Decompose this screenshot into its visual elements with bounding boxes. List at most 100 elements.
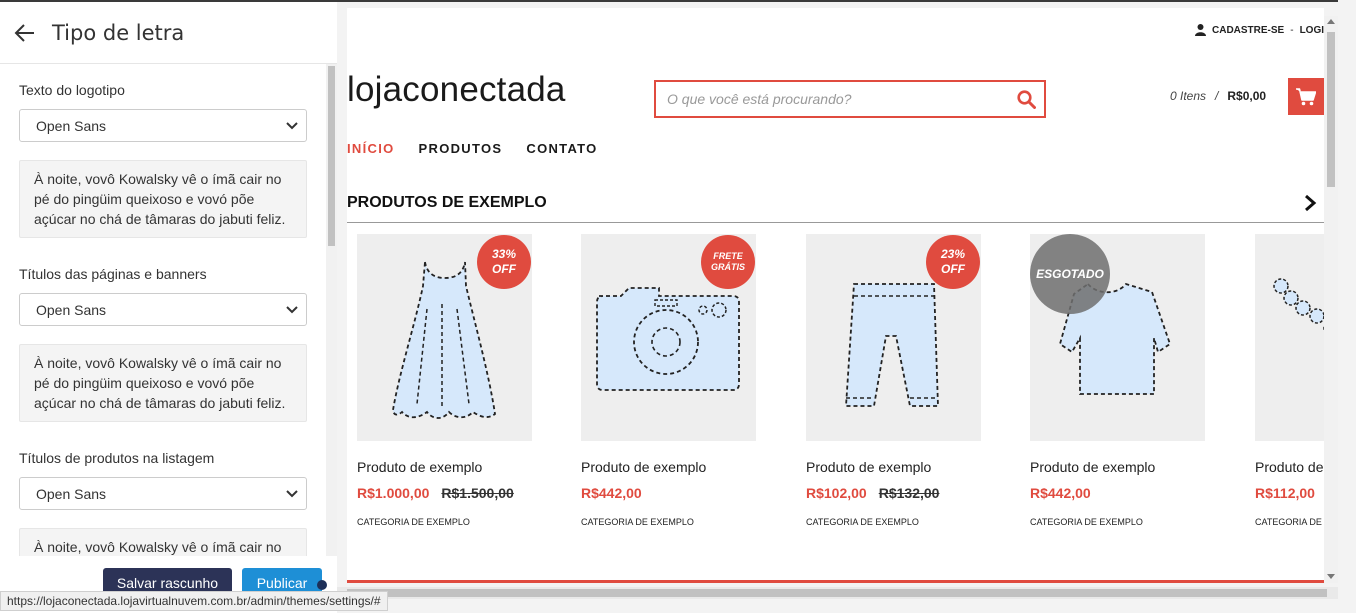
nav-item-contato[interactable]: CONTATO <box>526 141 597 156</box>
font-preview-text: À noite, vovô Kowalsky vê o ímã cair no … <box>19 344 307 422</box>
font-select-product-titles[interactable]: Open Sans <box>19 477 307 510</box>
font-section-page-titles: Títulos das páginas e banners Open Sans … <box>19 266 307 422</box>
product-category: CATEGORIA DE EXEMPLO <box>581 517 694 527</box>
product-price: R$442,00 <box>581 485 642 501</box>
settings-panel: Tipo de letra Texto do logotipo Open San… <box>0 2 337 613</box>
product-category: CATEGORIA DE EXEMPLO <box>806 517 919 527</box>
cart-button[interactable] <box>1288 78 1324 115</box>
account-separator: - <box>1290 24 1294 36</box>
cart-summary[interactable]: 0 Itens / R$0,00 <box>1170 89 1266 103</box>
main-nav: INÍCIO PRODUTOS CONTATO <box>347 141 622 156</box>
product-prices: R$112,00 <box>1255 485 1324 501</box>
product-name[interactable]: Produto de exemplo <box>806 459 981 475</box>
store-vertical-scrollbar[interactable] <box>1324 16 1338 583</box>
user-icon <box>1195 24 1206 36</box>
product-prices: R$442,00 <box>581 485 756 501</box>
product-card[interactable]: ESGOTADO Produto de exemplo R$442,00 CAT… <box>1030 234 1205 527</box>
product-category: CATEGORIA DE EXEMPLO <box>1255 517 1324 527</box>
discount-badge: 23% OFF <box>926 235 980 289</box>
product-category: CATEGORIA DE EXEMPLO <box>357 517 470 527</box>
nav-item-produtos[interactable]: PRODUTOS <box>419 141 503 156</box>
select-value: Open Sans <box>36 485 107 502</box>
product-name[interactable]: Produto de exemplo <box>1255 459 1324 475</box>
badge-line: 23% <box>940 247 966 261</box>
search-bar <box>654 80 1046 118</box>
scrollbar-thumb[interactable] <box>347 589 1327 597</box>
product-card[interactable]: 23% OFF Produto de exemplo R$102,00 R$132… <box>806 234 981 527</box>
font-select-page-titles[interactable]: Open Sans <box>19 293 307 326</box>
unsaved-indicator-dot <box>317 580 327 590</box>
panel-body: Texto do logotipo Open Sans À noite, vov… <box>0 64 326 556</box>
store-logo[interactable]: lojaconectada <box>347 70 566 110</box>
font-section-logo: Texto do logotipo Open Sans À noite, vov… <box>19 82 307 238</box>
select-value: Open Sans <box>36 117 107 134</box>
product-card[interactable]: 33% OFF Produto de exemplo R$1.000,00 R$1… <box>357 234 532 527</box>
search-icon[interactable] <box>1017 90 1036 109</box>
product-category: CATEGORIA DE EXEMPLO <box>1030 517 1143 527</box>
store-preview: CADASTRE-SE - LOGIN lojaconectada 0 Iten… <box>347 8 1324 583</box>
product-price: R$1.000,00 <box>357 485 430 501</box>
product-name[interactable]: Produto de exemplo <box>1030 459 1205 475</box>
badge-line: FRETE <box>713 251 743 261</box>
panel-title: Tipo de letra <box>52 20 185 45</box>
font-preview-text: À noite, vovô Kowalsky vê o ímã cair no … <box>19 160 307 238</box>
badge-line: GRÁTIS <box>710 262 745 272</box>
chevron-down-icon <box>286 305 298 313</box>
product-image[interactable]: 23% OFF <box>806 234 981 441</box>
product-card[interactable]: Produto de exemplo R$112,00 CATEGORIA DE… <box>1255 234 1324 527</box>
select-value: Open Sans <box>36 301 107 318</box>
font-preview-text: À noite, vovô Kowalsky vê o ímã cair no … <box>19 528 307 556</box>
chevron-down-icon <box>286 121 298 129</box>
product-image[interactable]: 33% OFF <box>357 234 532 441</box>
section-label: Texto do logotipo <box>19 82 125 98</box>
product-prices: R$1.000,00 R$1.500,00 <box>357 485 532 501</box>
product-prices: R$102,00 R$132,00 <box>806 485 981 501</box>
chevron-right-icon[interactable] <box>1303 194 1317 212</box>
shopping-cart-icon <box>1296 87 1316 105</box>
search-input[interactable] <box>667 91 997 107</box>
nav-item-inicio[interactable]: INÍCIO <box>347 141 395 156</box>
product-price: R$102,00 <box>806 485 867 501</box>
product-old-price: R$132,00 <box>878 485 940 501</box>
window-edge <box>1338 0 1356 611</box>
badge-line: OFF <box>941 262 965 276</box>
font-select-logo[interactable]: Open Sans <box>19 109 307 142</box>
font-section-product-titles: Títulos de produtos na listagem Open San… <box>19 450 307 556</box>
panel-scrollbar[interactable] <box>326 64 337 556</box>
product-card[interactable]: FRETE GRÁTIS Produto de exemplo R$442,00… <box>581 234 756 527</box>
free-shipping-badge: FRETE GRÁTIS <box>701 235 755 289</box>
back-arrow-icon[interactable] <box>14 22 36 44</box>
product-image[interactable]: ESGOTADO <box>1030 234 1205 441</box>
footer-accent-line <box>347 580 1324 583</box>
product-price: R$442,00 <box>1030 485 1091 501</box>
account-links: CADASTRE-SE - LOGIN <box>1195 24 1324 36</box>
scrollbar-thumb[interactable] <box>328 66 335 246</box>
store-horizontal-scrollbar[interactable] <box>337 587 1338 599</box>
scroll-down-icon[interactable] <box>1327 574 1335 579</box>
cart-separator: / <box>1215 89 1219 103</box>
product-old-price: R$1.500,00 <box>441 485 514 501</box>
section-label: Títulos das páginas e banners <box>19 266 207 282</box>
chevron-down-icon <box>286 489 298 497</box>
badge-line: 33% <box>491 247 517 261</box>
product-prices: R$442,00 <box>1030 485 1205 501</box>
section-label: Títulos de produtos na listagem <box>19 450 215 466</box>
section-divider <box>347 222 1324 223</box>
cart-total: R$0,00 <box>1227 89 1267 103</box>
products-section-title: PRODUTOS DE EXEMPLO <box>347 194 547 211</box>
soldout-badge: ESGOTADO <box>1030 234 1110 314</box>
product-name[interactable]: Produto de exemplo <box>357 459 532 475</box>
register-link[interactable]: CADASTRE-SE <box>1212 25 1284 36</box>
panel-header: Tipo de letra <box>0 2 337 64</box>
link-status-url: https://lojaconectada.lojavirtualnuvem.c… <box>0 591 388 611</box>
cart-items-count: 0 Itens <box>1170 89 1207 103</box>
product-image[interactable] <box>1255 234 1324 441</box>
product-name[interactable]: Produto de exemplo <box>581 459 756 475</box>
necklace-illustration <box>1273 278 1324 332</box>
badge-line: OFF <box>492 262 516 276</box>
scroll-up-icon[interactable] <box>1327 19 1335 24</box>
product-image[interactable]: FRETE GRÁTIS <box>581 234 756 441</box>
scrollbar-thumb[interactable] <box>1327 32 1335 187</box>
login-link[interactable]: LOGIN <box>1300 25 1324 36</box>
product-price: R$112,00 <box>1255 485 1315 501</box>
